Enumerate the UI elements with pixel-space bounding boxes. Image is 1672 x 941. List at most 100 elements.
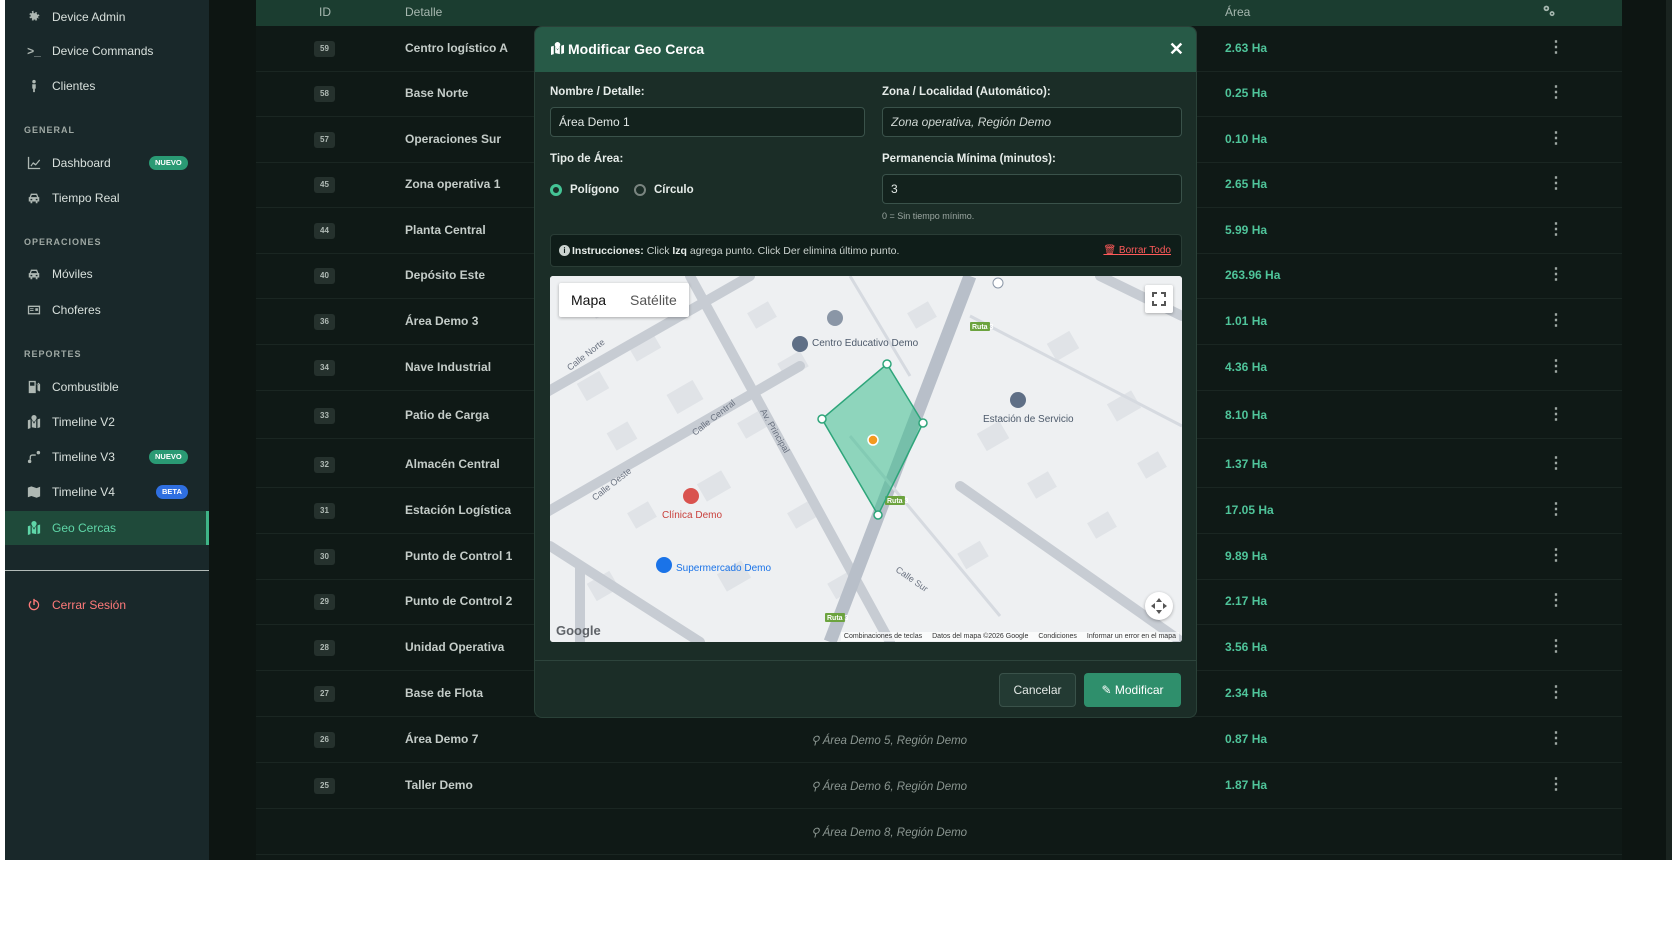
sidebar-item-moviles[interactable]: Móviles xyxy=(5,257,209,291)
row-actions-menu-icon[interactable]: ⋮ xyxy=(1548,590,1564,610)
polygon-vertex-handle[interactable] xyxy=(817,414,827,424)
instructions-bar: i Instrucciones: Click Izq agrega punto.… xyxy=(550,234,1182,267)
row-actions-menu-icon[interactable]: ⋮ xyxy=(1548,356,1564,376)
row-area: 17.05 Ha xyxy=(1225,503,1274,517)
polygon-vertex-handle[interactable] xyxy=(918,418,928,428)
id-badge: 31 xyxy=(314,503,335,519)
row-zona-text: Área Demo 5, Región Demo xyxy=(822,735,968,747)
row-detalle: Taller Demo xyxy=(405,778,473,792)
table-row[interactable]: 26 Área Demo 7 ⚲ Área Demo 5, Región Demo 0… xyxy=(256,718,1622,763)
table-row[interactable]: 25 Taller Demo ⚲ Área Demo 6, Región Demo 1… xyxy=(256,764,1622,809)
row-detalle: Área Demo 7 xyxy=(405,732,479,746)
close-icon[interactable]: ✕ xyxy=(1169,39,1184,60)
poi-supermercado[interactable]: Supermercado Demo xyxy=(676,563,771,574)
row-actions-menu-icon[interactable]: ⋮ xyxy=(1548,264,1564,284)
row-actions-menu-icon[interactable]: ⋮ xyxy=(1548,728,1564,748)
fullscreen-icon[interactable] xyxy=(1145,285,1173,313)
logout-button[interactable]: Cerrar Sesión xyxy=(5,588,209,622)
row-zona-text: Área Demo 8, Región Demo xyxy=(822,827,968,839)
zona-label: Zona / Localidad (Automático): xyxy=(882,86,1051,98)
svg-text:Ruta 3: Ruta 3 xyxy=(972,324,994,331)
poi-clinica[interactable]: Clínica Demo xyxy=(662,510,722,521)
sidebar-item-clientes[interactable]: Clientes xyxy=(5,69,209,103)
row-actions-menu-icon[interactable]: ⋮ xyxy=(1548,310,1564,330)
attrib-data: Datos del mapa ©2026 Google xyxy=(932,633,1029,640)
row-actions-menu-icon[interactable]: ⋮ xyxy=(1548,499,1564,519)
map-canvas[interactable]: Calle Norte Calle Central Av. Principal … xyxy=(550,276,1182,642)
page-scrollbar[interactable] xyxy=(1666,0,1672,860)
sidebar-section-operaciones: OPERACIONES xyxy=(24,237,102,247)
clear-all-label: Borrar Todo xyxy=(1118,245,1171,256)
modal-header: Modificar Geo Cerca ✕ xyxy=(535,27,1196,72)
clear-all-link[interactable]: 🗑 Borrar Todo xyxy=(1103,245,1171,256)
row-zona: ⚲ Área Demo 5, Región Demo xyxy=(811,733,967,747)
sidebar-item-choferes[interactable]: Choferes xyxy=(5,293,209,327)
car-icon xyxy=(26,190,42,206)
row-area: 0.25 Ha xyxy=(1225,86,1268,100)
sidebar-item-dashboard[interactable]: Dashboard NUEVO xyxy=(5,146,209,180)
row-area: 5.99 Ha xyxy=(1225,223,1268,237)
attrib-report[interactable]: Informar un error en el mapa xyxy=(1087,633,1176,640)
row-actions-menu-icon[interactable]: ⋮ xyxy=(1548,682,1564,702)
radio-poligono[interactable]: Polígono xyxy=(550,184,619,196)
id-badge: 30 xyxy=(314,549,335,565)
row-actions-menu-icon[interactable]: ⋮ xyxy=(1548,82,1564,102)
row-actions-menu-icon[interactable]: ⋮ xyxy=(1548,219,1564,239)
sidebar-item-label: Dashboard xyxy=(52,156,111,170)
attrib-shortcuts[interactable]: Combinaciones de teclas xyxy=(844,633,922,640)
sidebar-item-label: Device Commands xyxy=(52,44,154,58)
row-actions-menu-icon[interactable]: ⋮ xyxy=(1548,404,1564,424)
id-card-icon xyxy=(26,302,42,318)
sidebar-section-general: GENERAL xyxy=(24,125,76,135)
row-actions-menu-icon[interactable]: ⋮ xyxy=(1548,173,1564,193)
zona-input[interactable] xyxy=(882,107,1182,137)
sidebar-item-timeline-v4[interactable]: Timeline V4 BETA xyxy=(5,475,209,509)
row-actions-menu-icon[interactable]: ⋮ xyxy=(1548,636,1564,656)
table-row[interactable]: ⚲ Área Demo 8, Región Demo xyxy=(256,810,1622,855)
nombre-input[interactable] xyxy=(550,107,865,137)
sidebar-item-timeline-v3[interactable]: Timeline V3 NUEVO xyxy=(5,440,209,474)
row-detalle: Operaciones Sur xyxy=(405,132,502,146)
cancel-button[interactable]: Cancelar xyxy=(999,673,1076,707)
sidebar-item-tiempo-real[interactable]: Tiempo Real xyxy=(5,181,209,215)
sidebar-item-device-commands[interactable]: >_ Device Commands xyxy=(5,34,209,68)
row-area: 8.10 Ha xyxy=(1225,408,1268,422)
row-actions-menu-icon[interactable]: ⋮ xyxy=(1548,774,1564,794)
row-actions-menu-icon[interactable]: ⋮ xyxy=(1548,37,1564,57)
sidebar-item-device-admin[interactable]: Device Admin xyxy=(5,0,209,34)
nombre-label: Nombre / Detalle: xyxy=(550,86,645,98)
instructions-izq: Izq xyxy=(672,245,687,257)
instructions-part-2: agrega punto. Click Der elimina último p… xyxy=(689,245,900,257)
map-base-layer: Calle Norte Calle Central Av. Principal … xyxy=(550,276,1182,642)
sidebar-item-label: Combustible xyxy=(52,380,119,394)
row-area: 3.56 Ha xyxy=(1225,640,1268,654)
map-tab-mapa[interactable]: Mapa xyxy=(559,283,618,317)
logout-label: Cerrar Sesión xyxy=(52,598,127,612)
car-icon xyxy=(26,266,42,282)
row-actions-menu-icon[interactable]: ⋮ xyxy=(1548,453,1564,473)
row-detalle: Base de Flota xyxy=(405,686,484,700)
poi-centro-educativo[interactable]: Centro Educativo Demo xyxy=(812,338,918,349)
row-area: 1.01 Ha xyxy=(1225,314,1268,328)
id-badge: 57 xyxy=(314,132,335,148)
sidebar-divider xyxy=(5,570,209,571)
row-actions-menu-icon[interactable]: ⋮ xyxy=(1548,545,1564,565)
polygon-vertex-handle[interactable] xyxy=(882,359,892,369)
radio-circulo[interactable]: Círculo xyxy=(634,184,694,196)
sidebar-item-label: Timeline V4 xyxy=(52,485,115,499)
map-tab-satelite[interactable]: Satélite xyxy=(618,283,689,317)
row-actions-menu-icon[interactable]: ⋮ xyxy=(1548,128,1564,148)
poi-estacion-servicio[interactable]: Estación de Servicio xyxy=(983,414,1074,425)
modify-button[interactable]: ✎ Modificar xyxy=(1084,673,1181,707)
settings-columns-icon[interactable] xyxy=(1542,4,1556,21)
terminal-icon: >_ xyxy=(27,44,41,58)
attrib-terms[interactable]: Condiciones xyxy=(1038,633,1077,640)
polygon-vertex-handle[interactable] xyxy=(873,510,883,520)
sidebar-item-combustible[interactable]: Combustible xyxy=(5,370,209,404)
edit-geofence-modal: Modificar Geo Cerca ✕ Nombre / Detalle: … xyxy=(534,26,1197,718)
permanencia-input[interactable] xyxy=(882,174,1182,204)
radio-poligono-label: Polígono xyxy=(570,184,620,196)
sidebar-item-timeline-v2[interactable]: Timeline V2 xyxy=(5,405,209,439)
camera-control-icon[interactable] xyxy=(1145,592,1173,620)
sidebar-item-geo-cercas[interactable]: Geo Cercas xyxy=(5,511,209,545)
